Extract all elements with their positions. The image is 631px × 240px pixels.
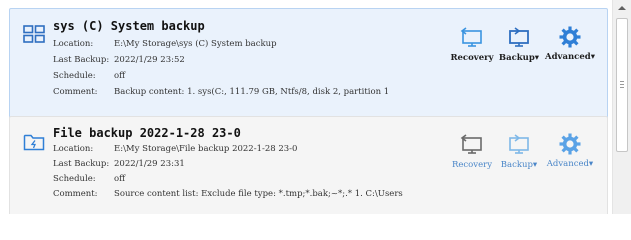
advanced-label: Advanced▾ bbox=[545, 52, 595, 62]
backup-task-list: sys (C) System backup Location: E:\My Sto… bbox=[0, 0, 611, 214]
vertical-scrollbar[interactable] bbox=[612, 0, 631, 214]
backup-task-card[interactable]: File backup 2022-1-28 23-0 Location: E:\M… bbox=[9, 116, 608, 214]
grip-line bbox=[620, 84, 624, 85]
field-label: Schedule: bbox=[53, 71, 96, 81]
scrollbar-thumb[interactable] bbox=[616, 18, 628, 152]
last-backup-value: 2022/1/29 23:52 bbox=[114, 55, 185, 65]
location-row: Location: E:\My Storage\File backup 2022-… bbox=[53, 144, 297, 154]
gear-icon bbox=[559, 26, 581, 48]
advanced-button[interactable]: Advanced▾ bbox=[540, 25, 600, 62]
file-backup-icon bbox=[23, 134, 45, 151]
system-backup-icon bbox=[23, 25, 45, 43]
comment-value: Backup content: 1. sys(C:, 111.79 GB, Nt… bbox=[114, 87, 390, 97]
location-value: E:\My Storage\sys (C) System backup bbox=[114, 39, 277, 49]
field-label: Last Backup: bbox=[53, 159, 110, 169]
schedule-row: Schedule: off bbox=[53, 174, 125, 184]
field-label: Location: bbox=[53, 144, 94, 154]
recovery-icon bbox=[460, 27, 482, 47]
last-backup-value: 2022/1/29 23:31 bbox=[114, 159, 185, 169]
backup-icon bbox=[509, 27, 529, 47]
task-title: File backup 2022-1-28 23-0 bbox=[53, 126, 241, 140]
advanced-button[interactable]: Advanced▾ bbox=[540, 132, 600, 169]
comment-value: Source content list: Exclude file type: … bbox=[114, 189, 403, 199]
comment-row: Comment: Source content list: Exclude fil… bbox=[53, 189, 403, 199]
last-backup-row: Last Backup: 2022/1/29 23:52 bbox=[53, 55, 185, 65]
grip-line bbox=[620, 87, 624, 88]
location-row: Location: E:\My Storage\sys (C) System ba… bbox=[53, 39, 277, 49]
schedule-row: Schedule: off bbox=[53, 71, 125, 81]
field-label: Location: bbox=[53, 39, 94, 49]
schedule-value: off bbox=[114, 71, 126, 81]
field-label: Comment: bbox=[53, 87, 98, 97]
gear-icon bbox=[559, 133, 581, 155]
field-label: Last Backup: bbox=[53, 55, 110, 65]
field-label: Schedule: bbox=[53, 174, 96, 184]
last-backup-row: Last Backup: 2022/1/29 23:31 bbox=[53, 159, 185, 169]
backup-icon bbox=[509, 134, 529, 154]
scroll-up-arrow[interactable] bbox=[618, 6, 626, 10]
grip-line bbox=[620, 81, 624, 82]
schedule-value: off bbox=[114, 174, 126, 184]
recovery-icon bbox=[460, 134, 482, 154]
location-value: E:\My Storage\File backup 2022-1-28 23-0 bbox=[114, 144, 298, 154]
comment-row: Comment: Backup content: 1. sys(C:, 111.7… bbox=[53, 87, 389, 97]
field-label: Comment: bbox=[53, 189, 98, 199]
backup-task-card[interactable]: sys (C) System backup Location: E:\My Sto… bbox=[9, 8, 608, 133]
task-title: sys (C) System backup bbox=[53, 19, 205, 33]
advanced-label: Advanced▾ bbox=[546, 159, 594, 169]
